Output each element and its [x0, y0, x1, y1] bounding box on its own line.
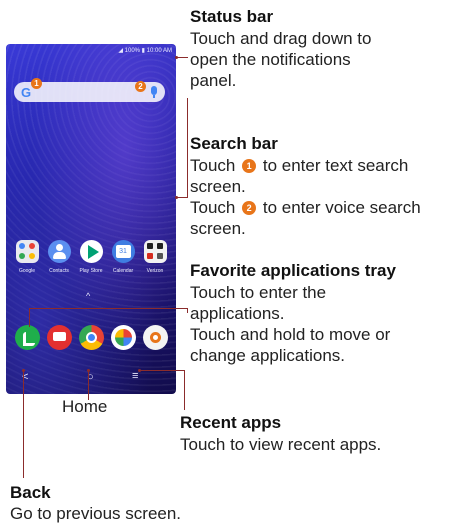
leader-favorites-h — [29, 308, 187, 309]
app-contacts[interactable]: Contacts — [46, 240, 72, 274]
favorites-title: Favorite applications tray — [190, 261, 396, 280]
leader-dot — [22, 369, 25, 372]
badge-1: 1 — [31, 78, 42, 89]
app-drawer-arrow-icon[interactable]: ^ — [86, 291, 90, 301]
recent-apps-title: Recent apps — [180, 413, 282, 432]
favorites-body-1: Touch to enter the applications. — [190, 283, 327, 323]
status-text: ◢ 100% ▮ 10:00 AM — [118, 48, 172, 54]
app-calendar[interactable]: 31 Calendar — [110, 240, 136, 274]
chrome-app-icon[interactable] — [79, 325, 104, 350]
status-bar[interactable]: ◢ 100% ▮ 10:00 AM — [6, 44, 176, 60]
leader-recent-apps-v — [184, 370, 185, 410]
status-bar-body: Touch and drag down to open the notifica… — [190, 29, 372, 90]
leader-dot — [138, 369, 141, 372]
play-store-icon — [79, 240, 103, 263]
leader-dot — [87, 369, 90, 372]
home-title: Home — [62, 397, 108, 416]
search-bar-body: Touch 1 to enter text search screen. Tou… — [190, 156, 421, 238]
phone-screen: ◢ 100% ▮ 10:00 AM G 1 2 Google Contacts … — [6, 44, 176, 394]
google-folder-icon — [15, 240, 39, 263]
camera-app-icon[interactable] — [143, 325, 168, 350]
app-label: Verizon — [146, 268, 164, 274]
recent-apps-body: Touch to view recent apps. — [180, 435, 382, 454]
badge-2: 2 — [135, 81, 146, 92]
photos-app-icon[interactable] — [111, 325, 136, 350]
badge-1-icon: 1 — [242, 159, 257, 173]
back-body: Go to previous screen. — [10, 504, 182, 523]
messages-app-icon[interactable] — [47, 325, 72, 350]
badge-2-icon: 2 — [242, 201, 257, 215]
recents-icon[interactable]: ≡ — [132, 370, 138, 382]
search-bar[interactable]: G 1 2 — [14, 78, 165, 102]
favorites-body-2: Touch and hold to move or change applica… — [190, 325, 391, 365]
app-play-store[interactable]: Play Store — [78, 240, 104, 274]
mic-icon[interactable] — [151, 86, 157, 98]
leader-favorites-v2 — [187, 308, 188, 313]
verizon-folder-icon — [143, 240, 167, 263]
leader-back — [23, 370, 24, 478]
back-title: Back — [10, 483, 51, 502]
leader-search-bar — [187, 98, 188, 198]
app-verizon[interactable]: Verizon — [142, 240, 168, 274]
leader-dot — [175, 56, 178, 59]
contacts-icon — [47, 240, 71, 263]
status-bar-title: Status bar — [190, 7, 274, 26]
app-google[interactable]: Google — [14, 240, 40, 274]
phone-app-icon[interactable] — [15, 325, 40, 350]
google-logo-icon: G — [21, 85, 32, 100]
leader-dot — [175, 196, 178, 199]
search-bar-title: Search bar — [190, 134, 278, 153]
calendar-icon: 31 — [111, 240, 135, 263]
calendar-day: 31 — [115, 245, 131, 258]
leader-recent-apps-h — [139, 370, 184, 371]
leader-favorites-v — [29, 309, 30, 327]
